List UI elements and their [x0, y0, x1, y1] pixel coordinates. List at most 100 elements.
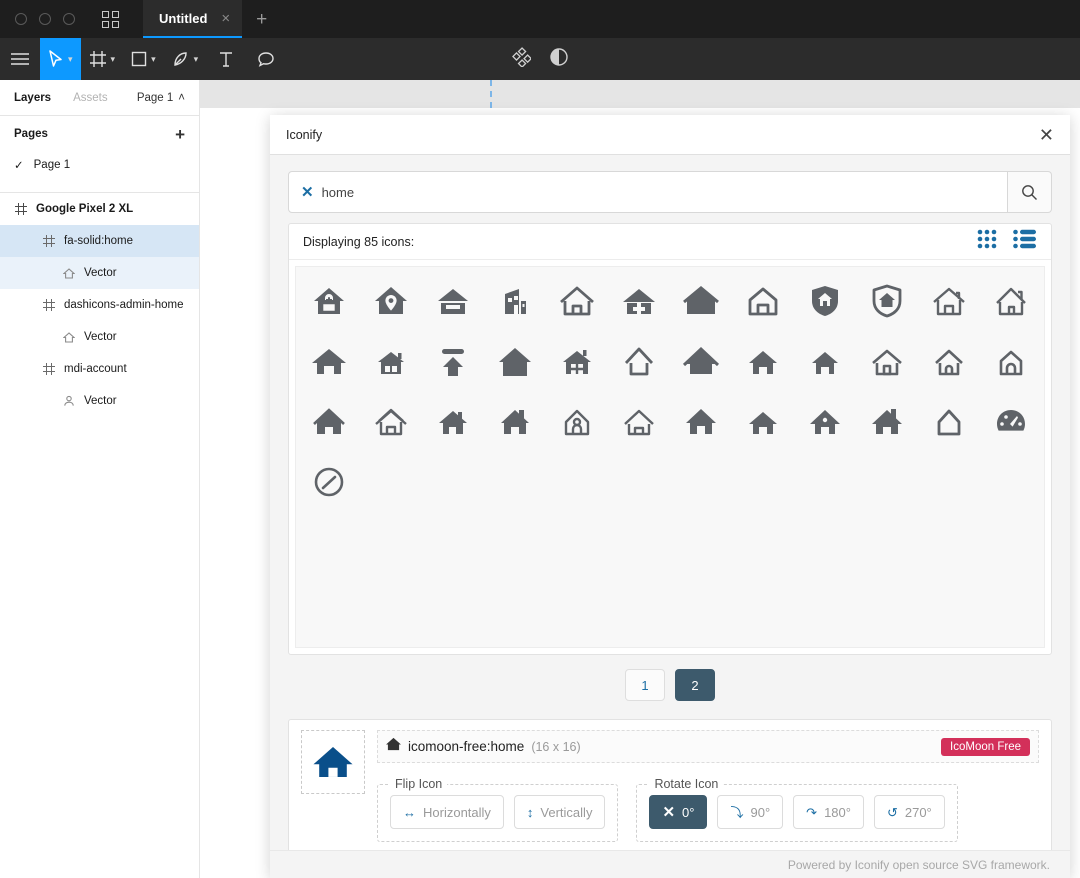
icon-cell-home-solid-block[interactable]: [484, 391, 546, 451]
layer-row-fa-solid-home[interactable]: fa-solid:home: [0, 225, 199, 257]
frame-icon: [42, 234, 56, 248]
rotate-90-icon: ⤵: [730, 804, 744, 820]
grid-view-icon[interactable]: [977, 229, 999, 254]
rotate-270-icon: ↺: [886, 804, 898, 820]
icon-cell-home-outline-door-sm[interactable]: [856, 331, 918, 391]
icon-cell-home-solid-chimney[interactable]: [422, 391, 484, 451]
icon-cell-home-minus[interactable]: [422, 271, 484, 331]
pen-tool[interactable]: ▾: [164, 38, 207, 80]
apps-grid-icon[interactable]: [99, 8, 121, 30]
icon-grid-container[interactable]: [295, 266, 1045, 648]
icon-cell-home-filled[interactable]: [298, 331, 360, 391]
menu-button[interactable]: [0, 38, 40, 80]
icon-cell-home-solid-dot[interactable]: [794, 391, 856, 451]
flip-vertically-label: Vertically: [540, 804, 593, 820]
window-controls[interactable]: [0, 13, 75, 25]
flip-button-row: ↔ Horizontally ↕ Vertically: [390, 795, 606, 829]
window-minimize-dot[interactable]: [39, 13, 51, 25]
pages-header-label: Pages: [14, 128, 48, 140]
icon-cell-home-solid-roof[interactable]: [670, 271, 732, 331]
search-submit-button[interactable]: [1008, 171, 1052, 213]
icon-detail-panel: icomoon-free:home (16 x 16) IcoMoon Free…: [288, 719, 1052, 850]
icon-cell-home-shield-solid[interactable]: [794, 271, 856, 331]
icon-cell-gauge-meter[interactable]: [980, 391, 1042, 451]
rotate-90-button[interactable]: ⤵ 90°: [717, 795, 784, 829]
layer-row-vector-2[interactable]: Vector: [0, 321, 199, 353]
icon-cell-home-outline-tall[interactable]: [608, 331, 670, 391]
layer-row-mdi-account[interactable]: mdi-account: [0, 353, 199, 385]
icon-cell-home-grid-window[interactable]: [546, 331, 608, 391]
icon-cell-home-outline-peak[interactable]: [980, 271, 1042, 331]
page-button-1[interactable]: 1: [625, 669, 665, 701]
flip-icon-fieldset: Flip Icon ↔ Horizontally ↕ Vertically: [377, 777, 619, 842]
close-icon[interactable]: ×: [221, 11, 230, 26]
icon-cell-home-arrow-up[interactable]: [484, 331, 546, 391]
shape-tool[interactable]: ▾: [123, 38, 164, 80]
file-tab[interactable]: Untitled ×: [143, 0, 243, 38]
icon-cell-home-solid-eave[interactable]: [298, 391, 360, 451]
window-maximize-dot[interactable]: [63, 13, 75, 25]
layer-row-vector-1[interactable]: Vector: [0, 257, 199, 289]
icon-cell-home-lock[interactable]: [298, 271, 360, 331]
rotate-0-button[interactable]: ✕ 0°: [649, 795, 708, 829]
dialog-footer-text: Powered by Iconify open source SVG frame…: [787, 857, 1050, 872]
icon-cell-home-outline-chimney[interactable]: [918, 271, 980, 331]
page-selector[interactable]: Page 1 ˄: [137, 92, 185, 104]
iconify-dialog: Iconify ✕ ✕ home Displaying 85 icons: 1 …: [270, 115, 1070, 878]
icon-cell-home-solid-peak[interactable]: [670, 391, 732, 451]
icon-cell-home-outline-eave[interactable]: [360, 391, 422, 451]
icon-cell-home-solid-chimney2[interactable]: [856, 391, 918, 451]
search-input[interactable]: ✕ home: [288, 171, 1008, 213]
rotate-0-label: 0°: [682, 804, 695, 820]
text-tool[interactable]: [206, 38, 246, 80]
flip-vertically-button[interactable]: ↕ Vertically: [513, 795, 606, 829]
icon-cell-home-outline-wide[interactable]: [608, 391, 670, 451]
icon-cell-gauge-meter-outline[interactable]: [298, 451, 360, 511]
toolbar-center-actions: [511, 46, 569, 72]
chevron-down-icon[interactable]: ▾: [68, 54, 73, 65]
plugins-icon[interactable]: [511, 46, 533, 72]
move-tool[interactable]: ▾: [40, 38, 81, 80]
page-button-2[interactable]: 2: [675, 669, 715, 701]
chevron-down-icon[interactable]: ▾: [194, 54, 199, 65]
page-selector-label: Page 1: [136, 91, 174, 104]
icon-cell-home-plus[interactable]: [608, 271, 670, 331]
icon-cell-home-outline-box[interactable]: [918, 391, 980, 451]
icon-cell-home-solid-wide[interactable]: [794, 331, 856, 391]
rotate-button-row: ✕ 0° ⤵ 90° ↷ 180° ↺ 270°: [649, 795, 945, 829]
icon-cell-home-upload[interactable]: [422, 331, 484, 391]
list-view-icon[interactable]: [1013, 229, 1037, 254]
layer-row-dashicons-admin-home[interactable]: dashicons-admin-home: [0, 289, 199, 321]
icon-cell-home-outline-door[interactable]: [732, 271, 794, 331]
icon-cell-home-rounded-outline[interactable]: [980, 331, 1042, 391]
window-titlebar: Untitled × +: [0, 0, 1080, 38]
frame-tool[interactable]: ▾: [81, 38, 124, 80]
chevron-down-icon[interactable]: ▾: [151, 54, 156, 65]
theme-contrast-icon[interactable]: [549, 47, 569, 72]
window-close-dot[interactable]: [15, 13, 27, 25]
icon-cell-home-shield-outline[interactable]: [856, 271, 918, 331]
clear-search-icon[interactable]: ✕: [301, 185, 314, 200]
new-tab-button[interactable]: +: [256, 10, 267, 29]
chevron-down-icon[interactable]: ▾: [111, 54, 116, 65]
icon-cell-home-outline-arch[interactable]: [918, 331, 980, 391]
comment-tool[interactable]: [246, 38, 286, 80]
rotate-180-button[interactable]: ↷ 180°: [793, 795, 864, 829]
close-icon[interactable]: ✕: [1039, 126, 1054, 144]
icon-cell-home-outline[interactable]: [546, 271, 608, 331]
page-list-item[interactable]: ✓ Page 1: [0, 152, 199, 178]
add-page-button[interactable]: +: [175, 126, 185, 143]
rotate-270-button[interactable]: ↺ 270°: [873, 795, 945, 829]
icon-cell-home-outline-person[interactable]: [546, 391, 608, 451]
icon-cell-home-solid-door[interactable]: [732, 391, 794, 451]
layer-row-frame[interactable]: Google Pixel 2 XL: [0, 193, 199, 225]
icon-cell-home-pin[interactable]: [360, 271, 422, 331]
icon-cell-home-window-grid[interactable]: [360, 331, 422, 391]
icon-cell-home-solid-small[interactable]: [732, 331, 794, 391]
tab-layers[interactable]: Layers: [14, 92, 51, 104]
icon-cell-building-windows[interactable]: [484, 271, 546, 331]
layer-row-vector-3[interactable]: Vector: [0, 385, 199, 417]
icon-cell-home-roof-overhang[interactable]: [670, 331, 732, 391]
tab-assets[interactable]: Assets: [73, 92, 108, 104]
flip-horizontally-button[interactable]: ↔ Horizontally: [390, 795, 504, 829]
